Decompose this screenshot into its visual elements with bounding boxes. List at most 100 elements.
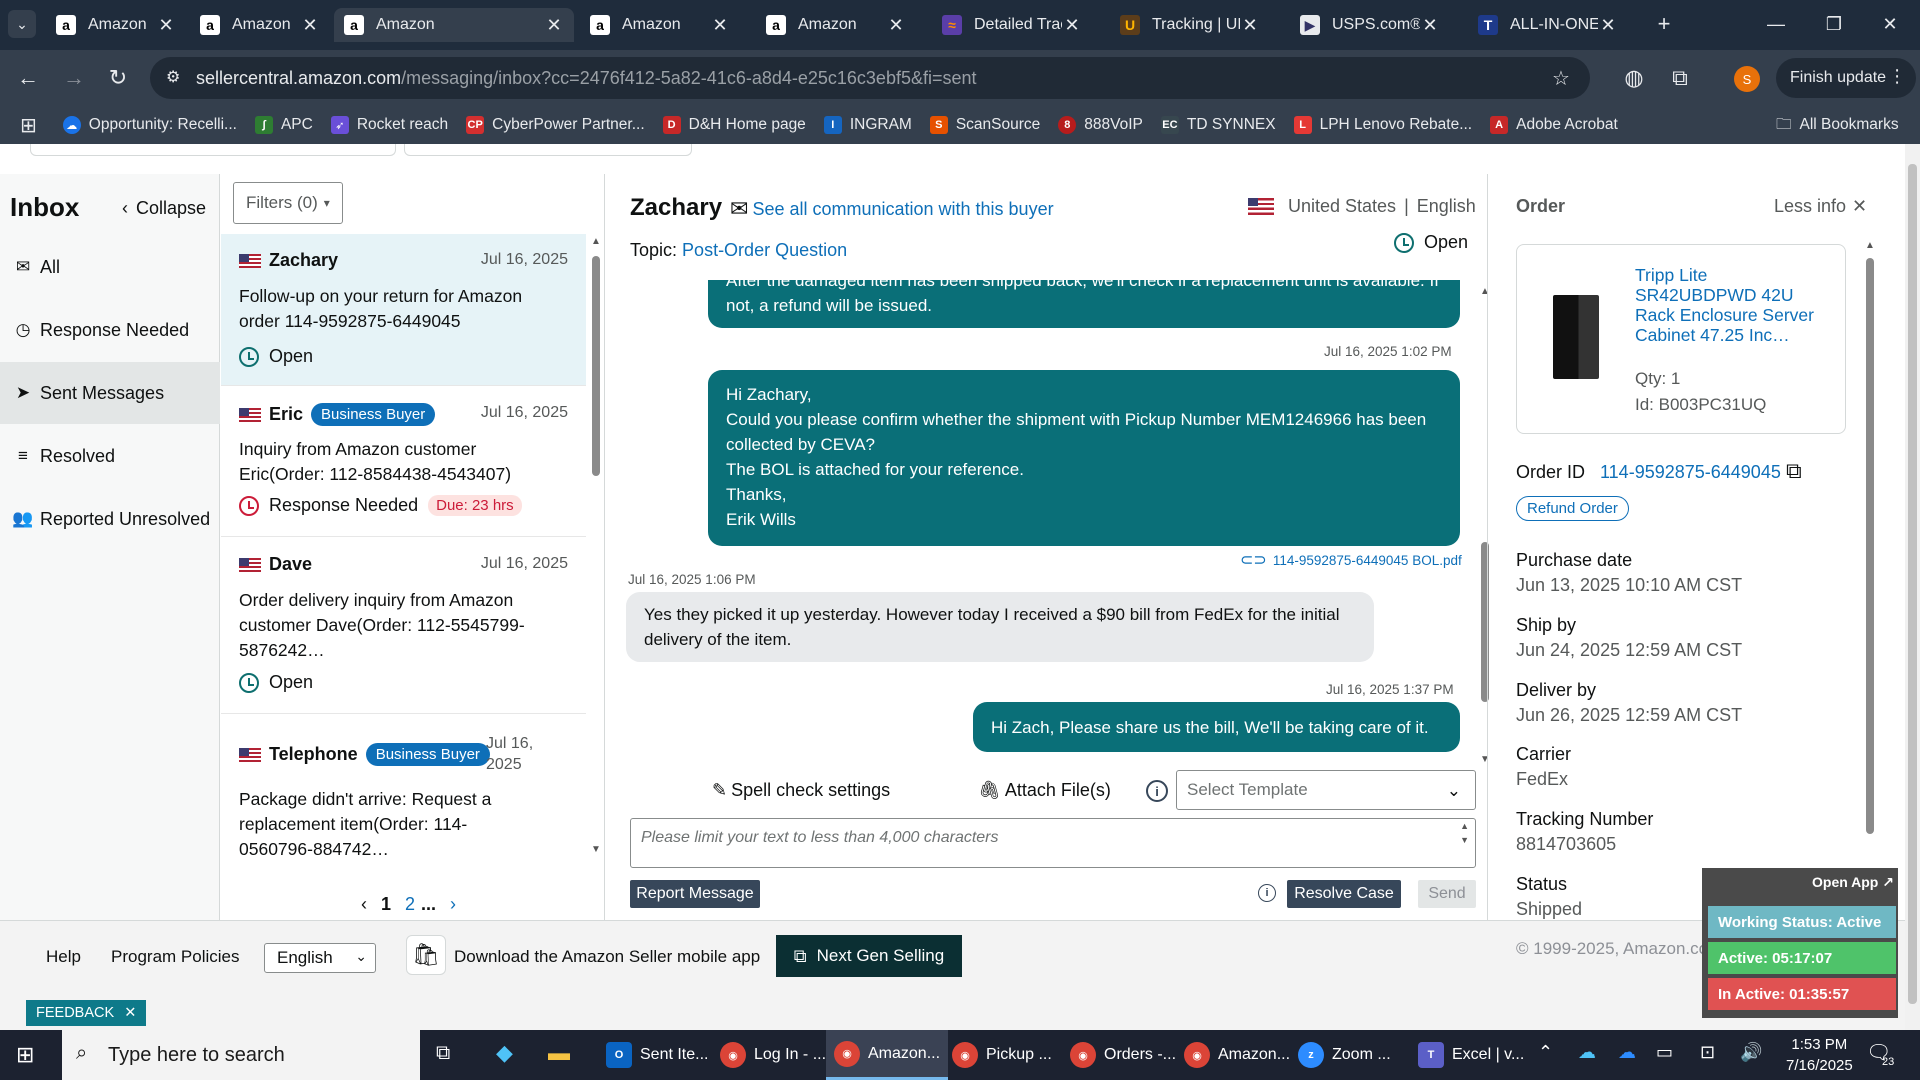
- volume-icon[interactable]: 🔊: [1740, 1042, 1762, 1063]
- close-icon[interactable]: ✕: [1420, 15, 1440, 36]
- bookmark[interactable]: I INGRAM: [823, 116, 912, 134]
- conversation-item[interactable]: Dave Jul 16, 2025 Order delivery inquiry…: [221, 538, 586, 714]
- taskbar-app-chrome-active[interactable]: ◉ Amazon...: [826, 1030, 949, 1080]
- info-icon[interactable]: i: [1146, 780, 1168, 802]
- program-policies-link[interactable]: Program Policies: [111, 947, 240, 967]
- bookmark-star-icon[interactable]: ☆: [1552, 66, 1570, 91]
- nav-item-all[interactable]: ✉ All: [0, 236, 220, 298]
- clock[interactable]: 1:53 PM 7/16/2025: [1786, 1034, 1853, 1076]
- attach-files-button[interactable]: 🖇 Attach File(s): [978, 780, 1111, 801]
- network-icon[interactable]: ⊡: [1700, 1042, 1715, 1063]
- back-icon[interactable]: ←: [14, 64, 42, 92]
- prev-page-icon[interactable]: ‹: [361, 894, 367, 915]
- help-link[interactable]: Help: [46, 947, 81, 967]
- bookmark[interactable]: ∫ APC: [254, 116, 313, 134]
- minimize-icon[interactable]: —: [1762, 10, 1790, 38]
- site-info-icon[interactable]: ⚙: [166, 67, 180, 87]
- page-1[interactable]: 1: [381, 894, 391, 915]
- download-app-link[interactable]: Download the Amazon Seller mobile app: [454, 947, 760, 967]
- filters-dropdown[interactable]: Filters (0) ▾: [233, 182, 343, 224]
- task-view-icon[interactable]: ⧉: [436, 1042, 450, 1065]
- close-icon[interactable]: ✕: [1598, 15, 1618, 36]
- browser-tab[interactable]: ▶ USPS.com® ✕: [1290, 8, 1450, 42]
- open-app-button[interactable]: Open App ↗: [1812, 874, 1894, 891]
- scroll-up-icon[interactable]: ▲: [591, 236, 601, 247]
- bookmark[interactable]: S ScanSource: [929, 116, 1040, 134]
- menu-dots-icon[interactable]: ⋮: [1888, 66, 1906, 87]
- bookmark[interactable]: L LPH Lenovo Rebate...: [1293, 116, 1472, 134]
- conversation-item[interactable]: Telephone Business Buyer Jul 16, 2025 Pac…: [221, 715, 586, 855]
- browser-tab[interactable]: T ALL-IN-ONE ✕: [1468, 8, 1628, 42]
- nav-item-response-needed[interactable]: ◷ Response Needed: [0, 299, 220, 361]
- scroll-up-icon[interactable]: ▲: [1865, 240, 1875, 251]
- taskbar-app-outlook[interactable]: O Sent Ite...: [598, 1030, 716, 1080]
- attachment-link[interactable]: ⊂⊃ 114-9592875-6449045 BOL.pdf: [1240, 550, 1462, 570]
- scroll-down-icon[interactable]: ▼: [591, 844, 601, 855]
- nav-item-reported-unresolved[interactable]: 👥 Reported Unresolved: [0, 488, 220, 550]
- apps-grid-icon[interactable]: ⊞: [20, 113, 37, 138]
- order-id-link[interactable]: 114-9592875-6449045: [1600, 462, 1781, 483]
- collapse-button[interactable]: ‹ Collapse: [122, 198, 206, 219]
- next-gen-selling-button[interactable]: ⧉ Next Gen Selling: [776, 935, 962, 977]
- nav-item-sent-messages[interactable]: ➤ Sent Messages: [0, 362, 220, 424]
- language-select[interactable]: English ⌄: [264, 943, 376, 973]
- scroll-thumb[interactable]: [592, 256, 600, 476]
- globe-icon[interactable]: ◍: [1620, 64, 1648, 92]
- app-icon[interactable]: ◆: [496, 1040, 513, 1066]
- product-title-link[interactable]: Tripp Lite SR42UBDPWD 42U Rack Enclosure…: [1635, 265, 1825, 345]
- conversation-item-selected[interactable]: Zachary Jul 16, 2025 Follow-up on your r…: [221, 234, 586, 386]
- close-icon[interactable]: ✕: [156, 15, 176, 36]
- finish-update-button[interactable]: Finish update ⋮: [1776, 58, 1917, 98]
- browser-tab[interactable]: ≈ Detailed Trac ✕: [932, 8, 1092, 42]
- taskbar-search[interactable]: ⌕ Type here to search: [62, 1030, 420, 1080]
- browser-tab[interactable]: a Amazon ✕: [190, 8, 330, 42]
- close-icon[interactable]: ✕: [1240, 15, 1260, 36]
- see-all-communication-link[interactable]: ✉ See all communication with this buyer: [730, 196, 1054, 222]
- close-icon[interactable]: ✕: [544, 15, 564, 36]
- taskbar-app-teams[interactable]: T Excel | v...: [1410, 1030, 1532, 1080]
- refund-order-button[interactable]: Refund Order: [1516, 496, 1629, 521]
- copy-icon[interactable]: ⧉: [1786, 458, 1802, 484]
- less-info-button[interactable]: Less info ✕: [1774, 196, 1867, 217]
- battery-icon[interactable]: ▭: [1656, 1042, 1673, 1063]
- onedrive-business-icon[interactable]: ☁: [1618, 1042, 1636, 1063]
- taskbar-app-chrome[interactable]: ◉ Pickup ...: [944, 1030, 1060, 1080]
- close-icon[interactable]: ✕: [886, 15, 906, 36]
- message-textarea[interactable]: Please limit your text to less than 4,00…: [630, 818, 1476, 868]
- bookmark[interactable]: EC TD SYNNEX: [1160, 116, 1276, 134]
- close-icon[interactable]: ✕: [300, 15, 320, 36]
- bookmark[interactable]: ➶ Rocket reach: [330, 116, 448, 134]
- maximize-icon[interactable]: ❐: [1820, 10, 1848, 38]
- onedrive-icon[interactable]: ☁: [1578, 1042, 1596, 1063]
- spell-check-button[interactable]: ✎ Spell check settings: [712, 780, 890, 801]
- browser-tab[interactable]: a Amazon ✕: [46, 8, 186, 42]
- window-close-icon[interactable]: ✕: [1876, 10, 1904, 38]
- close-icon[interactable]: ✕: [1062, 15, 1082, 36]
- list-scrollbar[interactable]: ▲ ▼: [589, 236, 603, 856]
- page-scrollbar[interactable]: [1905, 144, 1920, 1030]
- new-tab-icon[interactable]: +: [1650, 10, 1678, 38]
- profile-avatar[interactable]: S: [1734, 66, 1760, 92]
- feedback-button[interactable]: FEEDBACK ✕: [26, 1000, 147, 1026]
- bookmark[interactable]: ☁ Opportunity: Recelli...: [62, 116, 237, 134]
- address-bar[interactable]: ⚙ sellercentral.amazon.com/messaging/inb…: [150, 57, 1590, 99]
- next-page-icon[interactable]: ›: [450, 894, 456, 915]
- bookmark[interactable]: CP CyberPower Partner...: [466, 116, 645, 134]
- order-scrollbar[interactable]: ▲: [1864, 240, 1876, 850]
- all-bookmarks[interactable]: 🗀 All Bookmarks: [1776, 112, 1899, 139]
- file-explorer-icon[interactable]: ▬: [548, 1040, 570, 1066]
- taskbar-app-chrome[interactable]: ◉ Amazon...: [1176, 1030, 1298, 1080]
- close-icon[interactable]: ✕: [710, 15, 730, 36]
- forward-icon[interactable]: →: [60, 64, 88, 92]
- taskbar-app-chrome[interactable]: ◉ Orders -...: [1062, 1030, 1184, 1080]
- close-icon[interactable]: ✕: [124, 1005, 136, 1021]
- windows-start-icon[interactable]: ⊞: [16, 1042, 34, 1068]
- bookmark[interactable]: A Adobe Acrobat: [1490, 116, 1618, 134]
- select-template-dropdown[interactable]: Select Template ⌄: [1176, 770, 1476, 810]
- browser-tab[interactable]: a Amazon ✕: [580, 8, 740, 42]
- bookmark[interactable]: D D&H Home page: [662, 116, 806, 134]
- chevron-up-icon[interactable]: ⌃: [1538, 1042, 1553, 1063]
- send-button[interactable]: Send: [1418, 880, 1476, 908]
- scroll-thumb[interactable]: [1866, 258, 1874, 834]
- browser-tab[interactable]: a Amazon ✕: [756, 8, 916, 42]
